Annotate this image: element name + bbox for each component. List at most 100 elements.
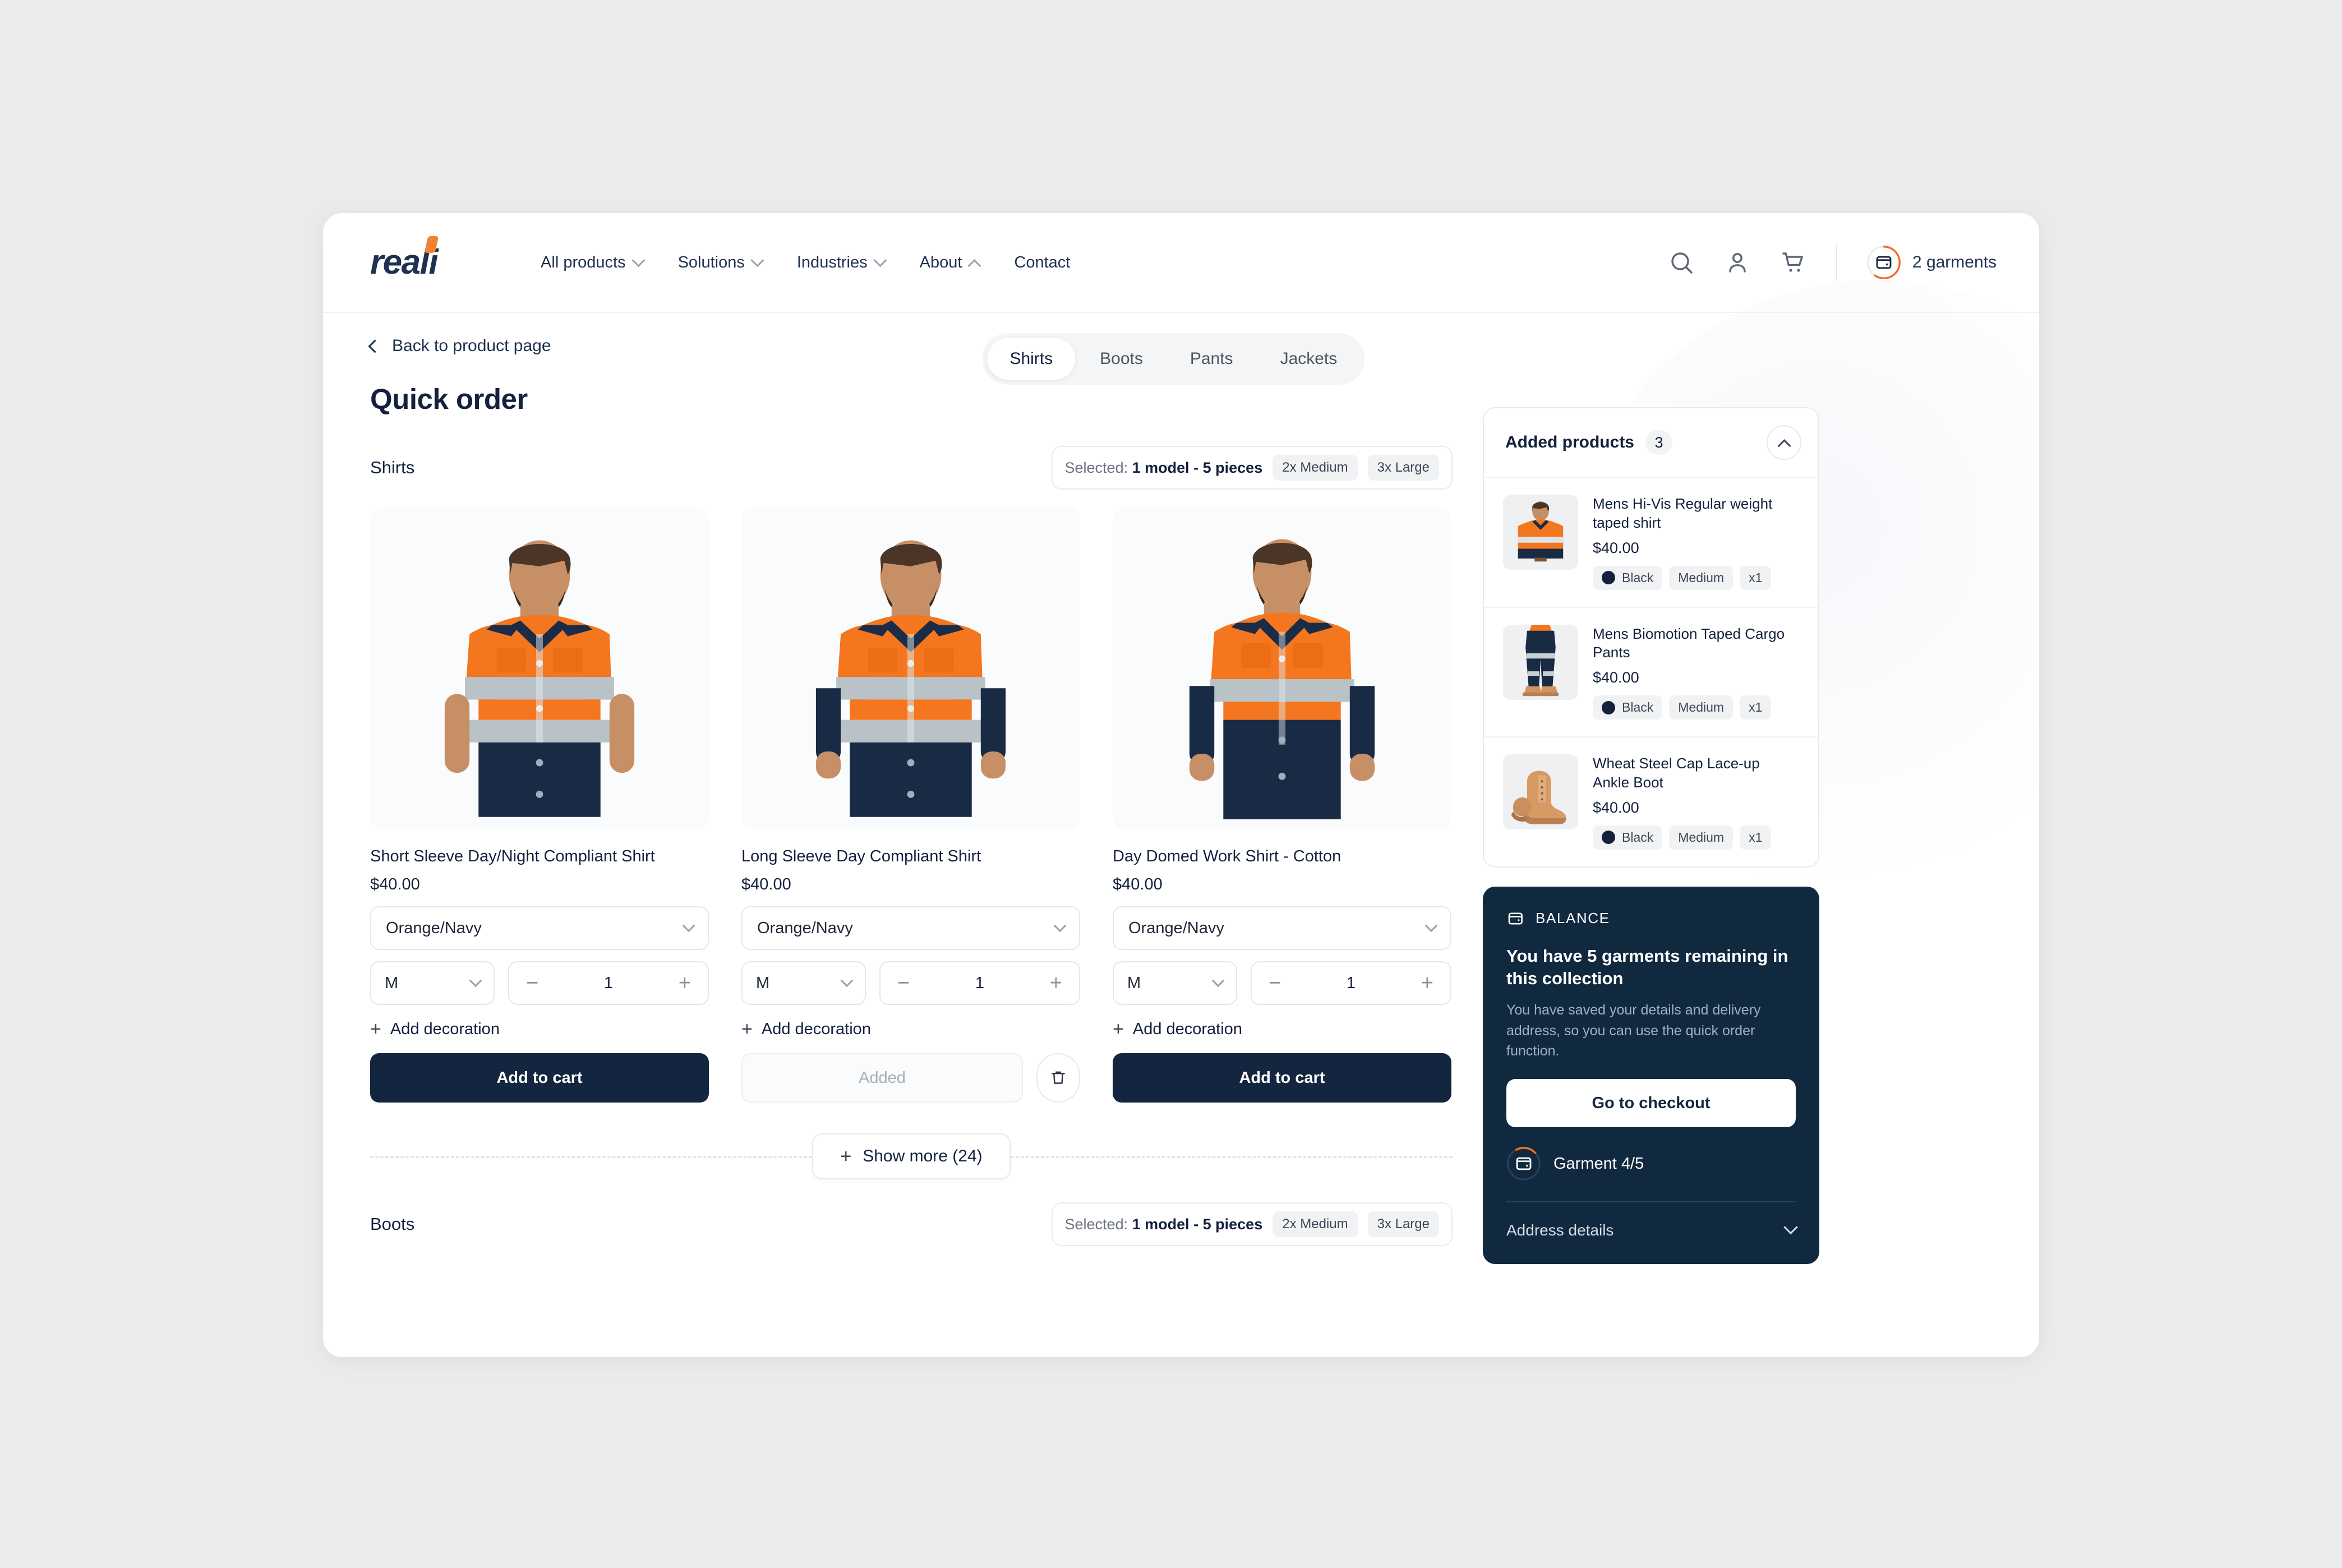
color-select[interactable]: Orange/Navy bbox=[370, 906, 709, 951]
size-qty-row: M − 1 + bbox=[1113, 961, 1451, 1006]
tab-pants[interactable]: Pants bbox=[1168, 338, 1256, 380]
color-select[interactable]: Orange/Navy bbox=[741, 906, 1080, 951]
added-product-attributes: Black Medium x1 bbox=[1593, 565, 1799, 590]
chevron-down-icon bbox=[873, 253, 887, 267]
quantity-decrement-button[interactable]: − bbox=[1269, 972, 1281, 994]
chevron-up-icon bbox=[1777, 439, 1791, 453]
brand-logo[interactable]: reali bbox=[370, 236, 439, 280]
size-select[interactable]: M bbox=[370, 961, 495, 1006]
size-chip: Medium bbox=[1669, 695, 1734, 720]
garments-balance-badge[interactable]: 2 garments bbox=[1866, 245, 1997, 280]
size-chip: Medium bbox=[1669, 825, 1734, 850]
product-image[interactable] bbox=[1113, 508, 1451, 829]
list-item[interactable]: Wheat Steel Cap Lace-up Ankle Boot $40.0… bbox=[1484, 737, 1818, 866]
color-select-value: Orange/Navy bbox=[386, 919, 482, 937]
tab-boots[interactable]: Boots bbox=[1077, 338, 1165, 380]
add-to-cart-button[interactable]: Add to cart bbox=[370, 1053, 709, 1103]
quantity-increment-button[interactable]: + bbox=[679, 972, 691, 994]
product-name: Short Sleeve Day/Night Compliant Shirt bbox=[370, 847, 655, 865]
size-select-value: M bbox=[385, 974, 399, 992]
color-swatch bbox=[1602, 571, 1615, 585]
add-decoration-link[interactable]: + Add decoration bbox=[370, 1020, 709, 1039]
address-details-label: Address details bbox=[1506, 1221, 1614, 1239]
chevron-down-icon bbox=[469, 974, 482, 988]
list-item-body: Mens Biomotion Taped Cargo Pants $40.00 … bbox=[1593, 625, 1799, 720]
size-chip: Medium bbox=[1669, 565, 1734, 590]
show-more-button[interactable]: + Show more (24) bbox=[812, 1133, 1011, 1180]
product-cta-row: Added bbox=[741, 1053, 1080, 1103]
color-chip: Black bbox=[1593, 825, 1663, 850]
remove-from-cart-button[interactable] bbox=[1036, 1053, 1080, 1103]
size-select[interactable]: M bbox=[1113, 961, 1237, 1006]
product-thumbnail bbox=[1503, 754, 1578, 830]
nav-item-industries[interactable]: Industries bbox=[796, 253, 887, 272]
search-icon[interactable] bbox=[1668, 249, 1695, 276]
shirts-section-label: Shirts bbox=[370, 458, 415, 477]
quantity-increment-button[interactable]: + bbox=[1050, 972, 1062, 994]
garments-count-label: 2 garments bbox=[1912, 253, 1997, 271]
nav-item-all-products[interactable]: All products bbox=[541, 253, 646, 272]
color-swatch bbox=[1602, 831, 1615, 845]
added-product-attributes: Black Medium x1 bbox=[1593, 825, 1799, 850]
size-qty-row: M − 1 + bbox=[741, 961, 1080, 1006]
product-card: Short Sleeve Day/Night Compliant Shirt $… bbox=[370, 508, 709, 1103]
chevron-down-icon bbox=[1211, 974, 1225, 988]
color-select-value: Orange/Navy bbox=[757, 919, 853, 937]
tab-shirts[interactable]: Shirts bbox=[987, 338, 1076, 380]
balance-divider bbox=[1506, 1201, 1796, 1203]
quantity-decrement-button[interactable]: − bbox=[526, 972, 538, 994]
chevron-down-icon bbox=[750, 253, 764, 267]
go-to-checkout-button[interactable]: Go to checkout bbox=[1506, 1079, 1796, 1128]
sub-header: Back to product page Shirts Boots Pants … bbox=[323, 313, 2039, 385]
cart-icon[interactable] bbox=[1780, 249, 1807, 276]
shirts-selected-text: Selected: 1 model - 5 pieces bbox=[1065, 459, 1263, 477]
show-more-row: + Show more (24) bbox=[370, 1123, 1453, 1190]
color-select[interactable]: Orange/Navy bbox=[1113, 906, 1451, 951]
tab-jackets[interactable]: Jackets bbox=[1258, 338, 1360, 380]
balance-headline: You have 5 garments remaining in this co… bbox=[1506, 946, 1788, 989]
add-decoration-link[interactable]: + Add decoration bbox=[741, 1020, 1080, 1039]
chevron-down-icon bbox=[1053, 919, 1067, 933]
quantity-decrement-button[interactable]: − bbox=[897, 972, 910, 994]
plus-icon: + bbox=[370, 1018, 381, 1040]
chevron-down-icon bbox=[840, 974, 854, 988]
size-select-value: M bbox=[1127, 974, 1141, 992]
hivis-shirt-thumbnail bbox=[1503, 495, 1578, 570]
nav-item-about[interactable]: About bbox=[920, 253, 981, 273]
garment-progress-label: Garment 4/5 bbox=[1553, 1154, 1644, 1173]
balance-header: BALANCE bbox=[1506, 909, 1796, 928]
quantity-stepper: − 1 + bbox=[879, 961, 1080, 1006]
collapse-added-products-button[interactable] bbox=[1767, 425, 1801, 460]
nav-label: Industries bbox=[796, 253, 868, 271]
chevron-left-icon bbox=[368, 339, 382, 353]
product-image[interactable] bbox=[741, 508, 1080, 829]
product-image[interactable] bbox=[370, 508, 709, 829]
back-to-product-page-link[interactable]: Back to product page bbox=[368, 336, 551, 356]
list-item[interactable]: Mens Biomotion Taped Cargo Pants $40.00 … bbox=[1484, 608, 1818, 738]
add-decoration-link[interactable]: + Add decoration bbox=[1113, 1020, 1451, 1039]
quantity-value: 1 bbox=[975, 974, 985, 992]
app-window: reali All products Solutions Industries … bbox=[323, 213, 2039, 1357]
quantity-chip: x1 bbox=[1740, 565, 1772, 590]
list-item-body: Mens Hi-Vis Regular weight taped shirt $… bbox=[1593, 495, 1799, 590]
product-price: $40.00 bbox=[741, 875, 791, 894]
quantity-increment-button[interactable]: + bbox=[1421, 972, 1433, 994]
selected-size-badge-large: 3x Large bbox=[1367, 455, 1439, 481]
added-product-price: $40.00 bbox=[1593, 669, 1639, 686]
selected-summary: 1 model - 5 pieces bbox=[1132, 1215, 1263, 1233]
added-button: Added bbox=[741, 1053, 1023, 1103]
chevron-down-icon bbox=[1424, 919, 1438, 933]
shirts-section-header: Shirts Selected: 1 model - 5 pieces 2x M… bbox=[370, 446, 1453, 490]
add-decoration-label: Add decoration bbox=[390, 1020, 500, 1038]
address-details-toggle[interactable]: Address details bbox=[1506, 1220, 1798, 1239]
quantity-chip: x1 bbox=[1740, 825, 1772, 850]
nav-item-solutions[interactable]: Solutions bbox=[678, 253, 764, 272]
add-decoration-label: Add decoration bbox=[1132, 1020, 1242, 1038]
nav-item-contact[interactable]: Contact bbox=[1014, 253, 1070, 272]
list-item[interactable]: Mens Hi-Vis Regular weight taped shirt $… bbox=[1484, 478, 1818, 608]
selected-prefix: Selected: bbox=[1064, 459, 1128, 476]
user-icon[interactable] bbox=[1724, 249, 1751, 276]
size-select[interactable]: M bbox=[741, 961, 866, 1006]
color-chip-label: Black bbox=[1622, 570, 1654, 585]
add-to-cart-button[interactable]: Add to cart bbox=[1113, 1053, 1451, 1103]
